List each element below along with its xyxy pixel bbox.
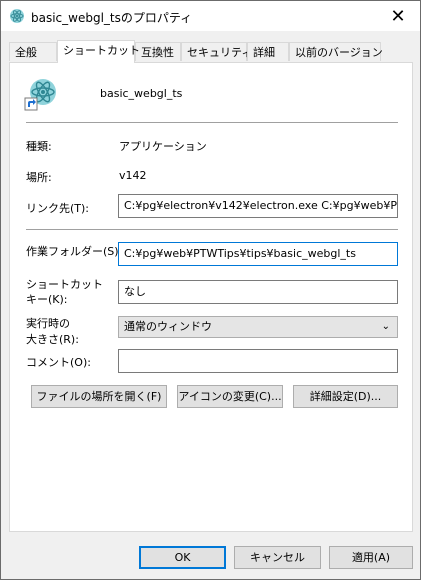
tab-previous-versions[interactable]: 以前のバージョン (289, 42, 383, 61)
location-value: v142 (119, 169, 147, 182)
shortcut-tab-panel: basic_webgl_ts 種類: アプリケーション 場所: v142 リンク… (9, 62, 413, 532)
shortcut-app-icon (24, 79, 56, 111)
advanced-button[interactable]: 詳細設定(D)... (293, 385, 398, 408)
tab-shortcut[interactable]: ショートカット (57, 40, 140, 63)
run-select-value: 通常のウィンドウ (124, 320, 212, 333)
electron-app-icon (10, 9, 24, 23)
apply-button[interactable]: 適用(A) (329, 546, 413, 569)
open-file-location-button[interactable]: ファイルの場所を開く(F) (31, 385, 167, 408)
ok-button[interactable]: OK (139, 546, 226, 569)
separator (26, 229, 398, 230)
location-label: 場所: (26, 171, 52, 184)
comment-field[interactable] (118, 349, 398, 373)
shortcut-name: basic_webgl_ts (100, 87, 183, 100)
run-label-line1: 実行時の (26, 317, 70, 330)
target-field[interactable]: C:¥pg¥electron¥v142¥electron.exe C:¥pg¥w… (118, 194, 398, 218)
comment-label: コメント(O): (26, 356, 91, 369)
window-title: basic_webgl_tsのプロパティ (31, 11, 193, 25)
run-select[interactable]: 通常のウィンドウ ⌄ (118, 316, 398, 338)
tab-compatibility[interactable]: 互換性 (135, 42, 181, 61)
tab-general[interactable]: 全般 (9, 42, 57, 61)
type-label: 種類: (26, 140, 52, 153)
tab-security[interactable]: セキュリティ (181, 42, 252, 61)
target-label: リンク先(T): (26, 202, 90, 215)
hotkey-label-line2: キー(K): (26, 293, 68, 306)
close-button[interactable]: ✕ (376, 1, 420, 31)
close-icon: ✕ (390, 5, 406, 27)
hotkey-field[interactable]: なし (118, 280, 398, 304)
start-in-label: 作業フォルダー(S): (26, 245, 123, 258)
separator (26, 122, 398, 123)
title-bar[interactable]: basic_webgl_tsのプロパティ ✕ (1, 1, 420, 31)
hotkey-label-line1: ショートカット (26, 278, 103, 291)
run-label-line2: 大きさ(R): (26, 333, 79, 346)
tab-details[interactable]: 詳細 (247, 42, 289, 61)
chevron-down-icon: ⌄ (381, 321, 390, 332)
type-value: アプリケーション (119, 140, 207, 153)
change-icon-button[interactable]: アイコンの変更(C)... (177, 385, 283, 408)
cancel-button[interactable]: キャンセル (234, 546, 321, 569)
start-in-field[interactable]: C:¥pg¥web¥PTWTips¥tips¥basic_webgl_ts (118, 242, 398, 266)
tab-strip: 全般 ショートカット 互換性 セキュリティ 詳細 以前のバージョン (9, 40, 409, 63)
properties-window: basic_webgl_tsのプロパティ ✕ 全般 ショートカット 互換性 セキ… (0, 0, 421, 580)
